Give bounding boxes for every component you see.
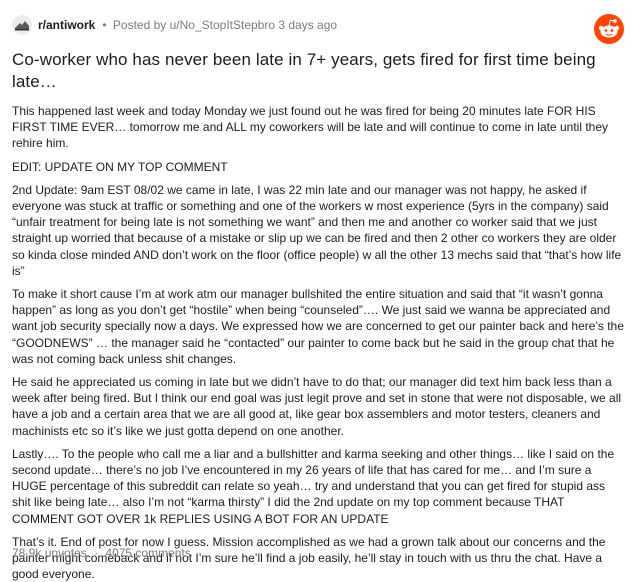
post-header: r/antiwork • Posted by u/No_StopItStepbr… [12, 14, 626, 36]
post-body: This happened last week and today Monday… [12, 103, 626, 582]
post-paragraph: Lastly…. To the people who call me a lia… [12, 446, 615, 526]
post-paragraph: EDIT: UPDATE ON MY TOP COMMENT [12, 159, 228, 174]
posted-by: Posted by u/No_StopItStepbro 3 days ago [112, 18, 338, 32]
post-title[interactable]: Co-worker who has never been late in 7+ … [12, 49, 626, 93]
reddit-snoo-icon[interactable] [594, 14, 624, 44]
post-paragraph: To make it short cause I’m at work atm o… [12, 287, 624, 366]
subreddit-link[interactable]: r/antiwork [38, 18, 95, 32]
upvote-count[interactable]: 78.9k upvotes [12, 546, 87, 560]
meta-separator: • [102, 18, 107, 32]
comments-link[interactable]: 4075 comments [105, 546, 190, 560]
post-paragraph: This happened last week and today Monday… [12, 104, 609, 151]
reddit-post: r/antiwork • Posted by u/No_StopItStepbr… [0, 0, 638, 581]
post-footer: 78.9k upvotes · 4075 comments [12, 546, 191, 560]
antiwork-subreddit-icon[interactable] [12, 15, 32, 35]
footer-separator: · [94, 546, 99, 560]
post-paragraph: He said he appreciated us coming in late… [12, 375, 622, 438]
post-paragraph: 2nd Update: 9am EST 08/02 we came in lat… [12, 182, 622, 278]
post-meta: • Posted by u/No_StopItStepbro 3 days ag… [99, 18, 337, 32]
